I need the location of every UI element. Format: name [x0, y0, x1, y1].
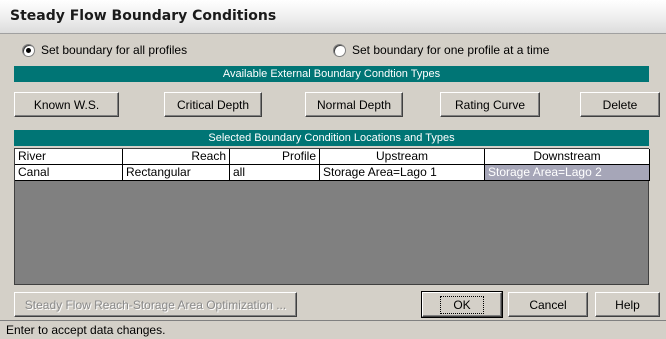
cell-upstream[interactable]: Storage Area=Lago 1 [320, 165, 485, 181]
radio-one-profile-label: Set boundary for one profile at a time [352, 43, 550, 57]
reach-storage-optimization-button[interactable]: Steady Flow Reach-Storage Area Optimizat… [14, 292, 297, 317]
column-header-upstream[interactable]: Upstream [320, 149, 485, 165]
column-header-river[interactable]: River [15, 149, 123, 165]
ok-button[interactable]: OK [421, 291, 503, 318]
radio-all-profiles-indicator[interactable] [22, 43, 35, 57]
table-row[interactable]: Canal Rectangular all Storage Area=Lago … [15, 165, 650, 181]
cell-river[interactable]: Canal [15, 165, 123, 181]
column-header-downstream[interactable]: Downstream [485, 149, 650, 165]
known-ws-button[interactable]: Known W.S. [14, 92, 119, 117]
delete-button[interactable]: Delete [580, 92, 660, 117]
radio-one-profile[interactable]: Set boundary for one profile at a time [333, 41, 549, 59]
column-header-reach[interactable]: Reach [123, 149, 230, 165]
selected-locations-header: Selected Boundary Condition Locations an… [14, 130, 649, 146]
ok-button-label: OK [440, 295, 484, 314]
radio-all-profiles-label: Set boundary for all profiles [41, 43, 188, 57]
available-types-header: Available External Boundary Condtion Typ… [14, 66, 649, 82]
help-button[interactable]: Help [595, 292, 660, 317]
radio-one-profile-indicator[interactable] [333, 43, 346, 57]
status-bar: Enter to accept data changes. [0, 320, 666, 339]
radio-all-profiles[interactable]: Set boundary for all profiles [22, 41, 187, 59]
normal-depth-button[interactable]: Normal Depth [305, 92, 403, 117]
table-header-row: River Reach Profile Upstream Downstream [15, 149, 650, 165]
cell-profile[interactable]: all [230, 165, 320, 181]
cancel-button[interactable]: Cancel [508, 292, 588, 317]
steady-flow-boundary-conditions-window: Steady Flow Boundary Conditions Set boun… [0, 0, 666, 339]
title-bar: Steady Flow Boundary Conditions [0, 0, 666, 34]
boundary-conditions-table[interactable]: River Reach Profile Upstream Downstream … [14, 148, 650, 285]
critical-depth-button[interactable]: Critical Depth [164, 92, 262, 117]
cell-downstream[interactable]: Storage Area=Lago 2 [485, 165, 650, 181]
window-title: Steady Flow Boundary Conditions [10, 8, 277, 24]
rating-curve-button[interactable]: Rating Curve [440, 92, 540, 117]
cell-reach[interactable]: Rectangular [123, 165, 230, 181]
column-header-profile[interactable]: Profile [230, 149, 320, 165]
